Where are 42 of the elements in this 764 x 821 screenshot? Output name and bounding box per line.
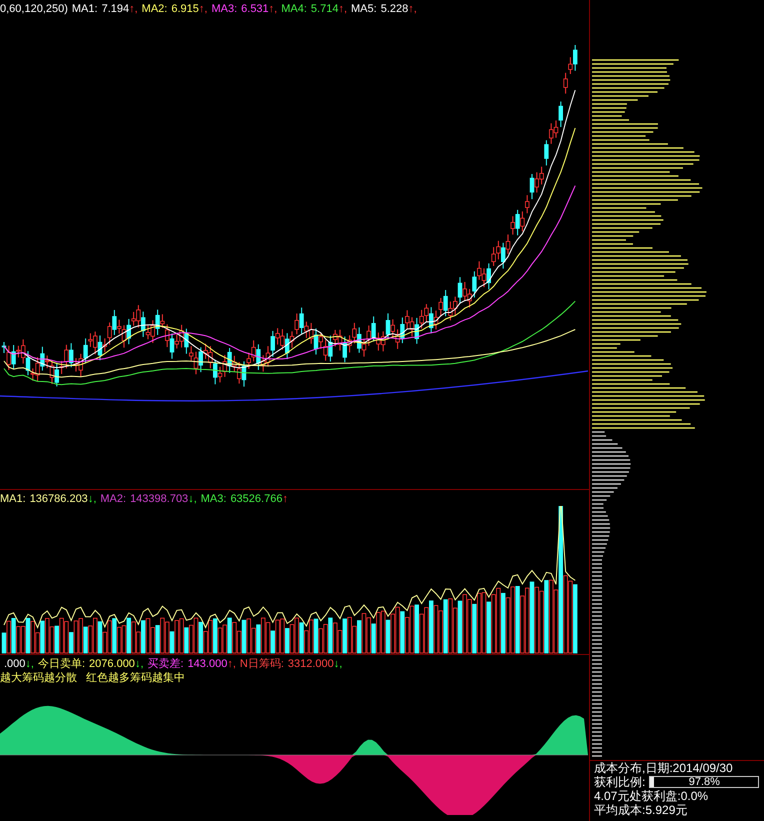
trend-arrow: ↓, — [334, 657, 342, 671]
profit-at-price: 4.07元处获利盘:0.0% — [594, 789, 710, 803]
legend-value: 6.915 — [171, 2, 199, 16]
legend-value: 2076.000 — [89, 657, 135, 671]
legend-label: MA4: — [281, 2, 307, 16]
legend-label: MA2: — [142, 2, 168, 16]
profit-ratio-label: 获利比例: — [594, 775, 646, 789]
legend-label: MA5: — [351, 2, 377, 16]
trend-arrow: ↓, — [134, 657, 144, 671]
legend-label: MA1: — [0, 492, 26, 506]
trend-arrow: ↓, — [188, 492, 197, 506]
trend-arrow: ↑, — [198, 2, 208, 16]
legend-value: 143398.703 — [130, 492, 188, 506]
trend-arrow: ↑, — [408, 2, 417, 16]
legend-label: 今日卖单: — [38, 657, 86, 671]
legend-value: 7.194 — [102, 2, 130, 16]
trend-arrow: ↓, — [25, 657, 34, 671]
trend-arrow: ↑ — [282, 492, 288, 506]
trend-arrow: ↓, — [88, 492, 96, 506]
legend-value: 6.531 — [241, 2, 269, 16]
legend-label: MA3: — [211, 2, 238, 16]
legend-value: 143.000 — [188, 657, 228, 671]
trend-arrow: ↑, — [268, 2, 278, 16]
legend-value: 5.228 — [380, 2, 408, 16]
legend-label: MA3: — [200, 492, 226, 506]
legend-value: 136786.203 — [30, 492, 88, 506]
legend-value: 3312.000 — [288, 657, 334, 671]
trend-arrow: ↑, — [227, 657, 236, 671]
legend-label: MA1: — [72, 2, 98, 16]
legend-label: N日筹码: — [240, 657, 284, 671]
legend-value: 63526.766 — [230, 492, 282, 506]
trend-arrow: ↑, — [129, 2, 138, 16]
legend-value: 5.714 — [310, 2, 338, 16]
legend-value: .000 — [4, 657, 26, 671]
trend-arrow: ↑, — [338, 2, 348, 16]
legend-label: 0,60,120,250) — [0, 2, 68, 16]
profit-ratio-value: 97.8% — [688, 775, 720, 789]
legend-label: MA2: — [100, 492, 126, 506]
indicator-note: 越大筹码越分散 红色越多筹码越集中 — [0, 671, 186, 685]
average-cost: 平均成本:5.929元 — [594, 803, 688, 817]
legend-label: 买卖差: — [148, 657, 184, 671]
cost-distribution-title: 成本分布,日期:2014/09/30 — [594, 761, 734, 775]
